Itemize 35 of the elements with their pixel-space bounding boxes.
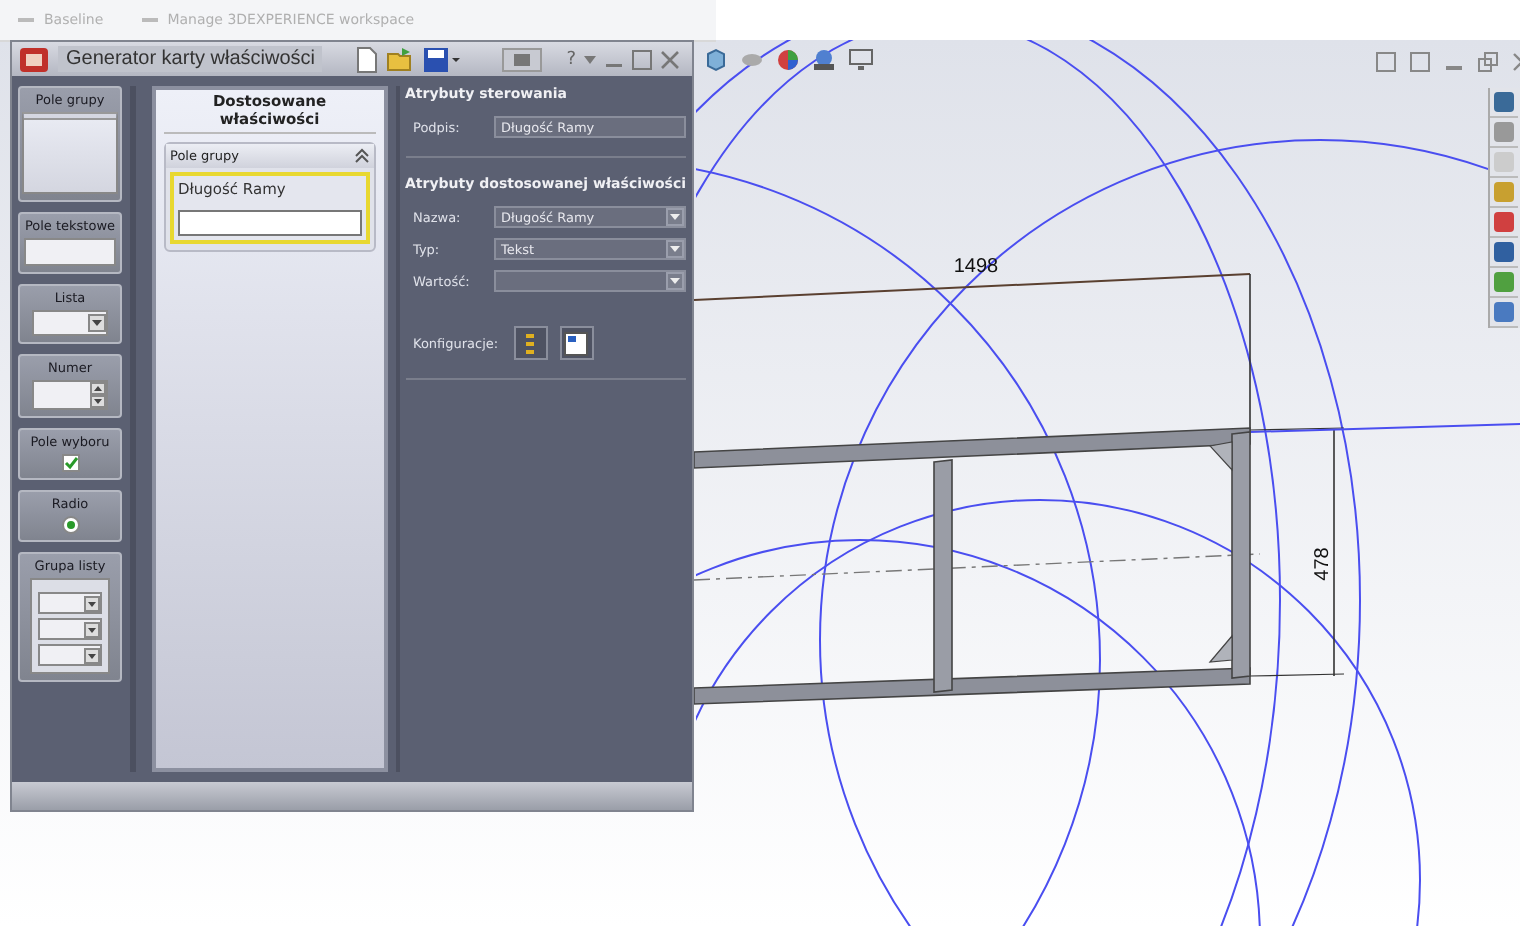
dimension-label: 478 bbox=[1312, 547, 1334, 581]
collapse-icon[interactable] bbox=[353, 148, 369, 164]
dock-icon[interactable] bbox=[502, 47, 543, 71]
configurations-button[interactable] bbox=[513, 326, 547, 360]
help-button[interactable]: ? bbox=[566, 49, 576, 69]
tile-left-icon[interactable] bbox=[1376, 52, 1396, 72]
text-field-sample bbox=[24, 238, 116, 266]
group-box-sample bbox=[22, 112, 118, 194]
new-file-icon[interactable] bbox=[354, 45, 379, 73]
scene-icon[interactable] bbox=[812, 48, 836, 72]
configurations-button[interactable] bbox=[559, 326, 593, 360]
spinner-arrows-icon bbox=[90, 382, 106, 408]
monitor-icon[interactable] bbox=[848, 48, 874, 72]
list-icon bbox=[522, 331, 538, 355]
app-icon bbox=[18, 45, 50, 73]
dropdown-field[interactable] bbox=[493, 270, 686, 292]
maximize-icon[interactable] bbox=[632, 49, 652, 69]
color-ball-icon[interactable] bbox=[776, 48, 800, 72]
window-title: Generator karty właściwości bbox=[58, 46, 323, 72]
input-field[interactable] bbox=[178, 210, 361, 236]
dropdown-arrow-icon bbox=[666, 272, 684, 290]
dropdown-arrow-icon bbox=[666, 208, 684, 226]
eye-icon[interactable] bbox=[740, 48, 764, 72]
table-icon bbox=[564, 331, 588, 355]
dropdown-caret-icon[interactable] bbox=[584, 53, 596, 65]
restore-icon[interactable] bbox=[1478, 52, 1498, 72]
save-icon[interactable] bbox=[422, 45, 463, 73]
dropdown-arrow-icon bbox=[84, 647, 100, 663]
dropdown-arrow-icon bbox=[666, 240, 684, 258]
dropdown-arrow-icon bbox=[84, 595, 100, 611]
dropdown-arrow-icon bbox=[88, 314, 106, 332]
dropdown-arrow-icon bbox=[84, 621, 100, 637]
close-icon[interactable] bbox=[660, 49, 680, 69]
open-folder-icon[interactable] bbox=[386, 45, 415, 73]
tile-right-icon[interactable] bbox=[1410, 52, 1430, 72]
